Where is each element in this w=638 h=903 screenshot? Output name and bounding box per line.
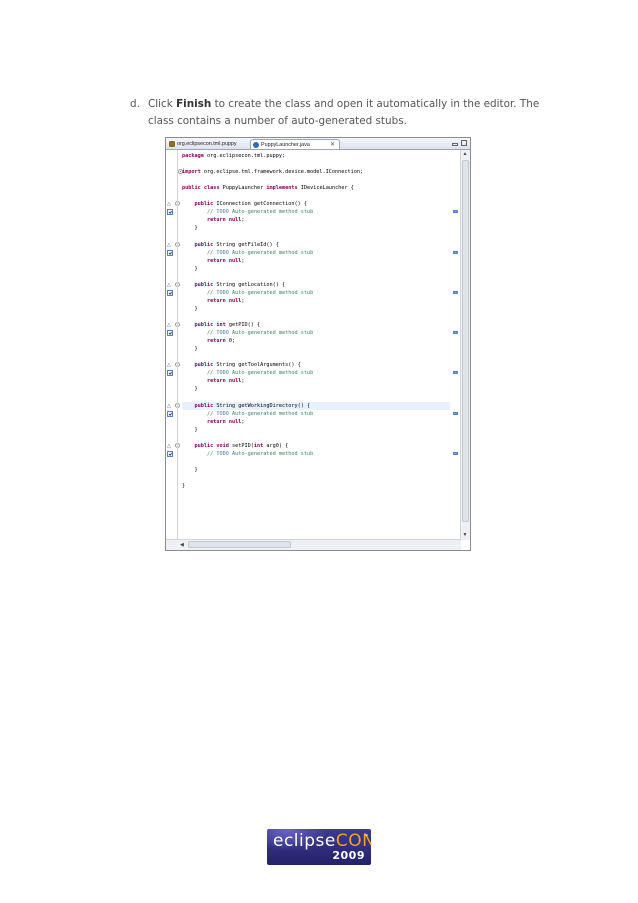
method-declaration-line: public void setPID(int arg0) {	[194, 442, 289, 449]
java-editor-screenshot: org.eclipsecon.tml.puppy PuppyLauncher.j…	[165, 137, 471, 551]
instruction-text-before: Click	[148, 98, 177, 110]
vertical-scrollbar[interactable]: ▲ ▼	[460, 150, 470, 540]
method-declaration-line: public String getWorkingDirectory() {	[182, 401, 450, 410]
method-declaration-line: public int getPID() {	[194, 322, 261, 329]
todo-comment-line: // TODO Auto-generated method stub	[207, 410, 314, 417]
logo-year: 2009	[332, 849, 365, 862]
override-arrow-icon: △	[167, 362, 171, 369]
code-line: return null;	[207, 257, 245, 264]
override-arrow-icon: △	[167, 402, 171, 409]
overview-task-mark[interactable]	[453, 331, 458, 335]
tab-package-label: org.eclipsecon.tml.puppy	[177, 141, 237, 147]
tab-package[interactable]: org.eclipsecon.tml.puppy	[167, 139, 249, 149]
code-line: return 0;	[207, 338, 236, 345]
fold-guide	[177, 150, 178, 540]
editor-tab-bar: org.eclipsecon.tml.puppy PuppyLauncher.j…	[166, 138, 470, 150]
todo-comment-line: // TODO Auto-generated method stub	[207, 289, 314, 296]
todo-comment-line: // TODO Auto-generated method stub	[207, 249, 314, 256]
override-arrow-icon: △	[167, 241, 171, 248]
override-arrow-icon: △	[167, 442, 171, 449]
close-tab-icon[interactable]: ✕	[330, 140, 335, 150]
code-line: public class PuppyLauncher implements ID…	[182, 185, 354, 192]
finish-keyword: Finish	[176, 98, 212, 110]
method-declaration-line: public String getToolArguments() {	[194, 362, 301, 369]
scroll-up-icon[interactable]: ▲	[462, 151, 468, 158]
todo-comment-line: // TODO Auto-generated method stub	[207, 450, 314, 457]
horizontal-scrollbar[interactable]: ◀	[166, 539, 461, 550]
overview-task-mark[interactable]	[453, 250, 458, 254]
code-line: package org.eclipsecon.tml.puppy;	[182, 153, 286, 159]
code-line: return null;	[207, 378, 245, 385]
task-marker-icon	[167, 330, 173, 337]
package-icon	[169, 141, 175, 147]
method-declaration-line: public IConnection getConnection() {	[194, 201, 307, 208]
overview-task-mark[interactable]	[453, 290, 458, 294]
code-line: }	[182, 386, 198, 393]
code-line: }	[182, 483, 186, 490]
tab-puppy-launcher-label: PuppyLauncher.java	[261, 142, 310, 148]
code-line: }	[182, 466, 198, 473]
logo-wordmark: eclipseCON	[273, 831, 371, 851]
overview-task-mark[interactable]	[453, 451, 458, 455]
method-declaration-line: public String getLocation() {	[194, 281, 286, 288]
code-line: return null;	[207, 217, 245, 224]
java-file-icon	[253, 142, 259, 148]
eclipsecon-2009-logo: eclipseCON ™ 2009	[267, 829, 371, 865]
override-arrow-icon: △	[167, 322, 171, 329]
tab-puppy-launcher[interactable]: PuppyLauncher.java ✕	[250, 139, 340, 149]
code-line: }	[182, 305, 198, 312]
vertical-scroll-thumb[interactable]	[462, 160, 469, 522]
code-line: return null;	[207, 418, 245, 425]
overview-task-mark[interactable]	[453, 411, 458, 415]
todo-comment-line: // TODO Auto-generated method stub	[207, 209, 314, 216]
instruction-text: Click Finish to create the class and ope…	[130, 96, 560, 130]
code-line: return null;	[207, 297, 245, 304]
minimize-icon[interactable]	[452, 143, 458, 146]
method-declaration-line: public String getFileId() {	[194, 241, 279, 248]
task-marker-icon	[167, 450, 173, 457]
maximize-icon[interactable]	[461, 140, 467, 146]
overview-ruler	[452, 150, 460, 540]
instruction-step: d. Click Finish to create the class and …	[130, 96, 560, 130]
override-arrow-icon: △	[167, 281, 171, 288]
task-marker-icon	[167, 370, 173, 377]
step-marker: d.	[130, 98, 140, 110]
task-marker-icon	[167, 410, 173, 417]
code-line: }	[182, 265, 198, 272]
code-line: }	[182, 426, 198, 433]
scroll-left-icon[interactable]: ◀	[180, 540, 184, 550]
code-line: }	[182, 225, 198, 232]
todo-comment-line: // TODO Auto-generated method stub	[207, 370, 314, 377]
horizontal-scroll-thumb[interactable]	[188, 541, 291, 548]
override-arrow-icon: △	[167, 201, 171, 208]
code-line: import org.eclipse.tml.framework.device.…	[182, 169, 364, 176]
scroll-down-icon[interactable]: ▼	[462, 532, 468, 539]
task-marker-icon	[167, 249, 173, 256]
overview-task-mark[interactable]	[453, 210, 458, 214]
overview-task-mark[interactable]	[453, 371, 458, 375]
task-marker-icon	[167, 209, 173, 216]
todo-comment-line: // TODO Auto-generated method stub	[207, 330, 314, 337]
code-line: }	[182, 346, 198, 353]
task-marker-icon	[167, 289, 173, 296]
